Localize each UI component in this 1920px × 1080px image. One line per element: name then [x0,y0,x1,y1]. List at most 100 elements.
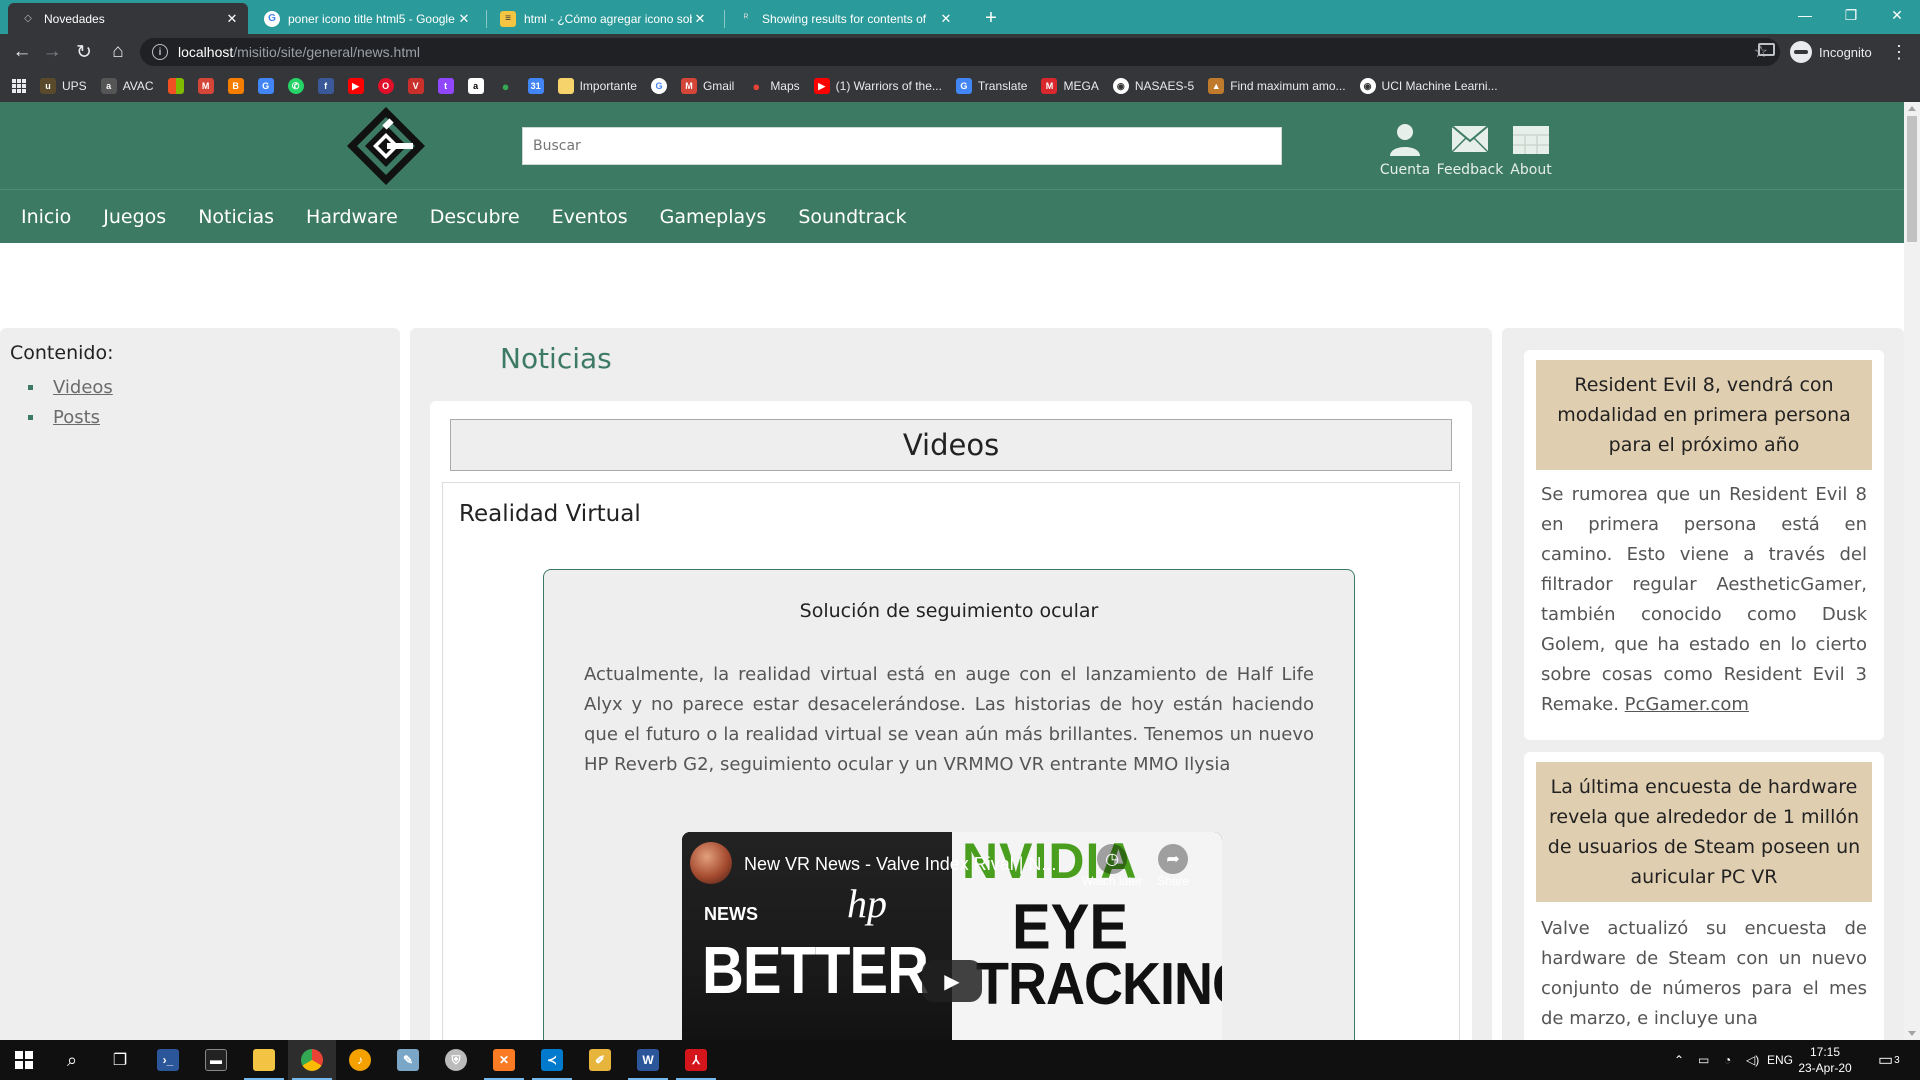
bookmark-translate-icon[interactable]: G [257,78,274,94]
task-view-button[interactable]: ❐ [96,1040,144,1080]
bookmark-uci[interactable]: ◉ UCI Machine Learni... [1359,78,1498,94]
news-headline[interactable]: La última encuesta de hardware revela qu… [1536,762,1872,902]
tab-novedades[interactable]: ◇ Novedades ✕ [8,3,248,34]
header-about-button[interactable]: About [1501,122,1561,178]
maximize-button[interactable]: ❐ [1828,0,1874,30]
bookmark-avac[interactable]: a AVAC [100,78,154,94]
play-button[interactable]: ▶ [922,960,982,1002]
address-bar[interactable]: i localhost/misitio/site/general/news.ht… [140,38,1780,66]
toc-link-posts[interactable]: Posts [53,407,100,428]
volume-icon[interactable]: ◁) [1746,1040,1759,1080]
scrollbar-thumb[interactable] [1907,116,1917,242]
bookmark-warriors[interactable]: ▶ (1) Warriors of the... [813,78,942,94]
nav-eventos[interactable]: Eventos [552,206,628,228]
site-info-icon[interactable]: i [152,44,168,60]
apps-grid-icon[interactable] [12,79,26,93]
nav-inicio[interactable]: Inicio [21,206,71,228]
video-title[interactable]: New VR News - Valve Index Rival | N... [744,854,1084,875]
start-button[interactable] [0,1040,48,1080]
taskbar-file-explorer[interactable] [240,1040,288,1080]
taskbar-chrome[interactable] [288,1040,336,1080]
action-center-button[interactable]: ▭ 3 [1878,1040,1900,1080]
tray-overflow-icon[interactable]: ⌃ [1674,1040,1684,1080]
bookmark-translate[interactable]: G Translate [955,78,1027,94]
tab-google-search[interactable]: G poner icono title html5 - Google ✕ [252,3,480,34]
browser-toolbar: ← → ↻ ⌂ i localhost/misitio/site/general… [0,34,1920,70]
paint-icon: ✐ [589,1049,611,1071]
nav-soundtrack[interactable]: Soundtrack [798,206,906,228]
close-tab-icon[interactable]: ✕ [938,11,954,27]
taskbar-music[interactable]: ♪ [336,1040,384,1080]
taskbar-paint[interactable]: ✐ [576,1040,624,1080]
wifi-icon[interactable]: ◔ [1724,1040,1731,1080]
scroll-up-arrow-icon[interactable] [1908,106,1916,111]
bookmark-microsoft[interactable] [167,78,184,94]
cast-icon[interactable] [1758,43,1775,56]
bookmark-facebook[interactable]: f [317,78,334,94]
bookmark-calendar[interactable]: 31 [527,78,544,94]
header-account-button[interactable]: Cuenta [1375,122,1435,178]
search-taskbar-button[interactable]: ⌕ [48,1040,96,1080]
bookmark-mega[interactable]: M MEGA [1041,78,1099,94]
bookmark-whatsapp[interactable]: ✆ [287,78,304,94]
taskbar-acrobat[interactable]: ⅄ [672,1040,720,1080]
watch-later-button[interactable]: ◷ Watch later [1082,844,1142,888]
taskbar-notes[interactable]: ✎ [384,1040,432,1080]
page-scrollbar[interactable] [1904,102,1920,1040]
bookmark-find-maximum[interactable]: ▲ Find maximum amo... [1208,78,1346,94]
minimize-button[interactable]: — [1782,0,1828,30]
main-nav: Inicio Juegos Noticias Hardware Descubre… [0,190,1904,243]
bookmark-gmail[interactable]: M Gmail [680,78,734,94]
bookmark-nasaes[interactable]: ◉ NASAES-5 [1112,78,1194,94]
search-input[interactable] [522,127,1282,165]
nav-gameplays[interactable]: Gameplays [660,206,767,228]
channel-avatar[interactable] [690,842,732,884]
nav-noticias[interactable]: Noticias [198,206,274,228]
close-tab-icon[interactable]: ✕ [456,11,472,27]
news-headline[interactable]: Resident Evil 8, vendrá con modalidad en… [1536,360,1872,470]
bookmark-opera[interactable]: O [377,78,394,94]
news-source-link[interactable]: PcGamer.com [1625,694,1749,715]
taskbar-security[interactable]: ⛨ [432,1040,480,1080]
taskbar-powershell[interactable]: ›_ [144,1040,192,1080]
share-button[interactable]: ➦ Share [1157,844,1189,888]
bookmark-gmail-icon[interactable]: M [197,78,214,94]
video-embed[interactable]: NEWS hp BETTER NVIDIA EYE TRACKING New V… [682,832,1222,1040]
bookmark-maps-pin[interactable]: ● [498,78,514,94]
bookmark-importante[interactable]: Importante [557,78,637,94]
bookmark-google[interactable]: G [650,78,667,94]
incognito-profile-button[interactable]: Incognito [1790,41,1872,63]
browser-menu-icon[interactable]: ⋮ [1890,40,1908,64]
bookmark-twitch[interactable]: t [437,78,454,94]
taskbar-word[interactable]: W [624,1040,672,1080]
bookmark-maps[interactable]: ● Maps [748,78,799,94]
battery-icon[interactable]: ▭ [1698,1040,1709,1080]
forward-button[interactable]: → [40,40,64,64]
clock[interactable]: 17:15 23-Apr-20 [1790,1044,1860,1076]
close-tab-icon[interactable]: ✕ [692,11,708,27]
tab-stackoverflow[interactable]: ≡ html - ¿Cómo agregar icono sob ✕ [488,3,716,34]
scroll-down-arrow-icon[interactable] [1908,1031,1916,1036]
site-logo-icon[interactable] [345,105,427,187]
reload-button[interactable]: ↻ [72,40,96,64]
nav-hardware[interactable]: Hardware [306,206,398,228]
back-button[interactable]: ← [10,40,34,64]
toc-link-videos[interactable]: Videos [53,377,113,398]
close-window-button[interactable]: ✕ [1874,0,1920,30]
close-tab-icon[interactable]: ✕ [224,11,240,27]
nav-juegos[interactable]: Juegos [103,206,166,228]
taskbar-xampp[interactable]: ✕ [480,1040,528,1080]
bookmark-blogger[interactable]: B [227,78,244,94]
home-button[interactable]: ⌂ [106,40,130,64]
header-feedback-button[interactable]: Feedback [1437,122,1503,178]
new-tab-button[interactable]: + [978,5,1004,31]
bookmark-amazon[interactable]: a [467,78,484,94]
taskbar-vscode[interactable]: ≺ [528,1040,576,1080]
taskbar-terminal[interactable]: ▬ [192,1040,240,1080]
bookmark-ups[interactable]: u UPS [40,78,87,94]
bookmark-youtube[interactable]: ▶ [347,78,364,94]
tab-showing-results[interactable]: ᴿ Showing results for contents of ✕ [726,3,962,34]
nav-descubre[interactable]: Descubre [430,206,520,228]
opera-icon: O [377,78,394,94]
bookmark-vivaldi[interactable]: V [407,78,424,94]
